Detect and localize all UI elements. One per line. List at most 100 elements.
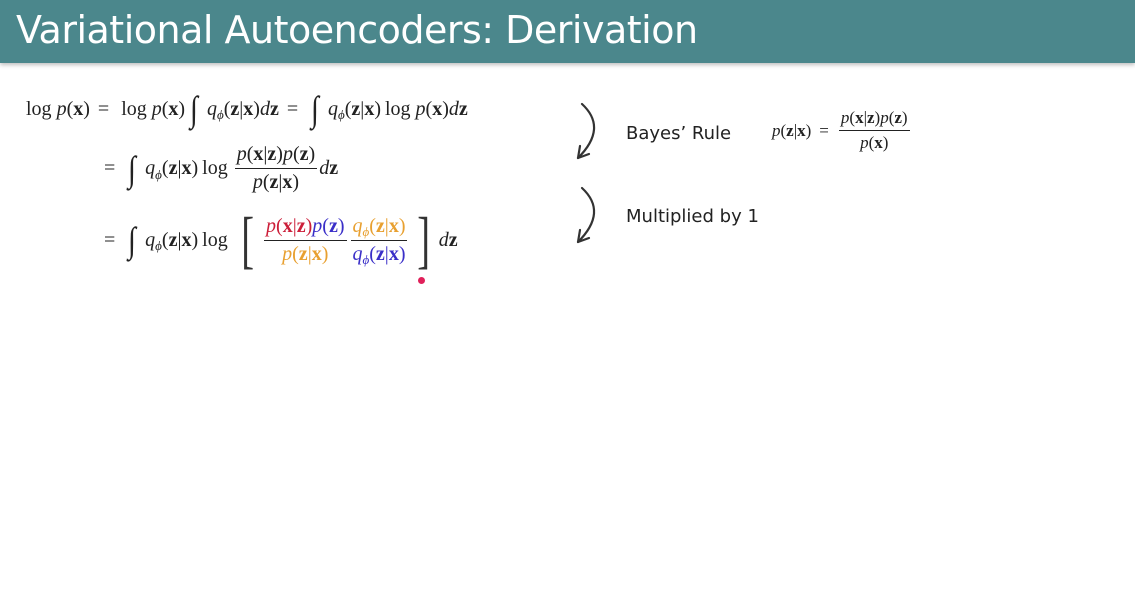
math-symbol: ( (425, 97, 433, 120)
math-symbol: ( (262, 171, 270, 193)
math-symbol: q (352, 214, 363, 237)
denominator: p(z | x) (280, 241, 330, 266)
math-symbol: ϕ (362, 224, 370, 239)
math-symbol: p (236, 143, 247, 165)
bayes-rule-formula: p(z | x) = p(x | z) p(z) p(x) (772, 108, 912, 153)
math-symbol: log (202, 228, 228, 251)
math-symbol: = (97, 97, 110, 120)
math-symbol: ( (276, 214, 283, 237)
denominator: p(x) (858, 131, 890, 153)
math-symbol: ) (901, 108, 908, 127)
math-symbol: x (311, 242, 322, 265)
math-symbol: x (282, 214, 293, 237)
math-symbol: z (230, 97, 240, 120)
fraction: p(x | z) p(z) p(z | x) (264, 214, 347, 266)
equation-line-1: log p(x) = log p(x) ∫ q ϕ(z | x) d z = ∫ q ϕ(z | x) log p(x… (22, 88, 468, 130)
bracket: [ (240, 204, 254, 275)
math-symbol: z (375, 242, 385, 265)
math-symbol: p (252, 171, 263, 193)
math-symbol: x (388, 214, 399, 237)
math-symbol: ( (292, 242, 299, 265)
math-symbol: z (296, 214, 306, 237)
math-symbol: p (56, 97, 67, 120)
math-symbol: ( (161, 97, 169, 120)
math-symbol: z (329, 157, 339, 179)
math-symbol: z (299, 143, 309, 165)
math-symbol: x (855, 108, 864, 127)
math-symbol: z (267, 143, 277, 165)
math-symbol: d (259, 97, 270, 120)
math-symbol: = (104, 157, 116, 179)
math-symbol: ) (374, 97, 381, 120)
math-symbol: ) (178, 97, 186, 120)
math-symbol: ) (398, 242, 406, 265)
math-symbol: = (286, 97, 299, 120)
math-symbol: ( (369, 214, 376, 237)
math-symbol: log (26, 97, 52, 120)
math-symbol: ) (83, 97, 90, 120)
math-symbol: z (269, 171, 279, 193)
math-symbol: x (797, 120, 806, 140)
math-symbol: log (384, 97, 411, 120)
math-symbol: ϕ (155, 238, 162, 253)
laser-pointer-icon (418, 277, 425, 284)
math-symbol: ϕ (216, 107, 224, 122)
math-symbol: ( (322, 214, 329, 237)
math-symbol: ) (292, 171, 300, 193)
math-symbol: x (168, 97, 179, 120)
math-symbol: ϕ (362, 252, 370, 267)
math-symbol: p (282, 143, 293, 165)
denominator: q ϕ(z | x) (351, 241, 408, 268)
math-symbol: z (168, 157, 178, 179)
math-symbol: p (415, 97, 426, 120)
math-symbol: x (181, 228, 192, 251)
math-symbol: ) (308, 143, 316, 165)
slide-title: Variational Autoencoders: Derivation (16, 8, 698, 52)
math-symbol: q (145, 228, 156, 251)
math-symbol: log (121, 97, 147, 120)
numerator: p(x | z) p(z) (264, 214, 347, 241)
math-symbol: x (73, 97, 84, 120)
bracket: ] (417, 204, 431, 275)
math-symbol: d (319, 157, 330, 179)
math-symbol: log (202, 157, 228, 179)
math-symbol: x (432, 97, 443, 120)
denominator: p(z | x) (251, 169, 301, 194)
math-symbol: x (364, 97, 375, 120)
numerator: q ϕ(z | x) (350, 214, 408, 241)
math-symbol: d (438, 228, 449, 251)
math-symbol: ϕ (338, 107, 345, 122)
math-symbol: ( (246, 143, 254, 165)
integral-sign: ∫ (128, 148, 137, 189)
math-symbol: ) (191, 228, 199, 251)
math-symbol: ( (369, 242, 376, 265)
math-symbol: z (375, 214, 385, 237)
math-symbol: x (874, 133, 883, 152)
fraction: p(x | z) p(z) p(x) (838, 108, 910, 153)
fraction: q ϕ(z | x) q ϕ(z | x) (350, 214, 408, 268)
math-symbol: ) (805, 120, 812, 140)
math-symbol: ) (398, 214, 406, 237)
math-symbol: z (866, 108, 875, 127)
math-symbol: ) (882, 133, 889, 152)
math-symbol: p (312, 214, 323, 237)
math-symbol: x (181, 157, 192, 179)
fraction: p(x | z) p(z) p(z | x) (234, 143, 318, 194)
bayes-rule-label: Bayes’ Rule (626, 123, 732, 144)
math-symbol: p (772, 120, 781, 140)
math-symbol: ) (191, 157, 199, 179)
math-symbol: ) (337, 214, 345, 237)
math-symbol: = (819, 120, 829, 140)
integral-sign: ∫ (311, 89, 320, 129)
math-symbol: z (269, 97, 279, 120)
math-symbol: ) (442, 97, 449, 120)
math-symbol: z (448, 228, 458, 251)
math-symbol: z (351, 97, 361, 120)
math-symbol: p (840, 108, 850, 127)
math-symbol: z (328, 214, 338, 237)
integral-sign: ∫ (128, 220, 137, 260)
math-symbol: z (894, 108, 902, 127)
math-symbol: ( (66, 97, 74, 120)
numerator: p(x | z) p(z) (838, 108, 910, 131)
math-symbol: = (104, 228, 116, 251)
